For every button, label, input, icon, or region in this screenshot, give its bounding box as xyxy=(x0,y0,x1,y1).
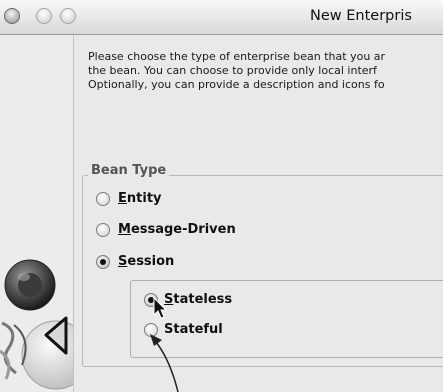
radio-session[interactable]: Session xyxy=(96,254,174,269)
zoom-button-icon[interactable] xyxy=(60,8,76,24)
radio-label-session: Session xyxy=(118,254,174,269)
wizard-window: New Enterpris Please choose the type of … xyxy=(0,0,443,392)
radio-message-driven[interactable]: Message-Driven xyxy=(96,222,236,237)
radio-label-stateless: Stateless xyxy=(164,292,232,307)
radio-entity[interactable]: Entity xyxy=(96,191,162,206)
bean-artwork-icon xyxy=(0,259,73,390)
wizard-content: Please choose the type of enterprise bea… xyxy=(74,35,443,392)
wizard-side-artwork xyxy=(0,35,74,392)
description-text: Please choose the type of enterprise bea… xyxy=(88,50,443,92)
description-line: Please choose the type of enterprise bea… xyxy=(88,50,386,63)
mnemonic: M xyxy=(118,222,131,237)
label-rest: ession xyxy=(127,254,175,269)
label-rest: tateless xyxy=(173,292,233,307)
label-rest: ntity xyxy=(126,191,162,206)
radio-button-selected-icon[interactable] xyxy=(96,254,110,269)
callout-arrow-icon xyxy=(150,334,179,392)
radio-button-icon[interactable] xyxy=(96,222,110,237)
window-title: New Enterpris xyxy=(310,8,412,24)
minimize-button-icon[interactable] xyxy=(36,8,52,24)
radio-label-message-driven: Message-Driven xyxy=(118,222,236,237)
description-line: Optionally, you can provide a descriptio… xyxy=(88,78,385,91)
radio-button-icon[interactable] xyxy=(96,191,110,206)
close-button-icon[interactable] xyxy=(4,8,20,24)
radio-label-entity: Entity xyxy=(118,191,162,206)
title-bar[interactable]: New Enterpris xyxy=(0,0,443,35)
mouse-pointer-icon xyxy=(153,297,168,319)
bean-type-legend: Bean Type xyxy=(88,163,170,178)
mnemonic: E xyxy=(118,191,127,206)
description-line: the bean. You can choose to provide only… xyxy=(88,64,377,77)
mnemonic: S xyxy=(118,254,128,269)
label-rest: essage-Driven xyxy=(130,222,236,237)
